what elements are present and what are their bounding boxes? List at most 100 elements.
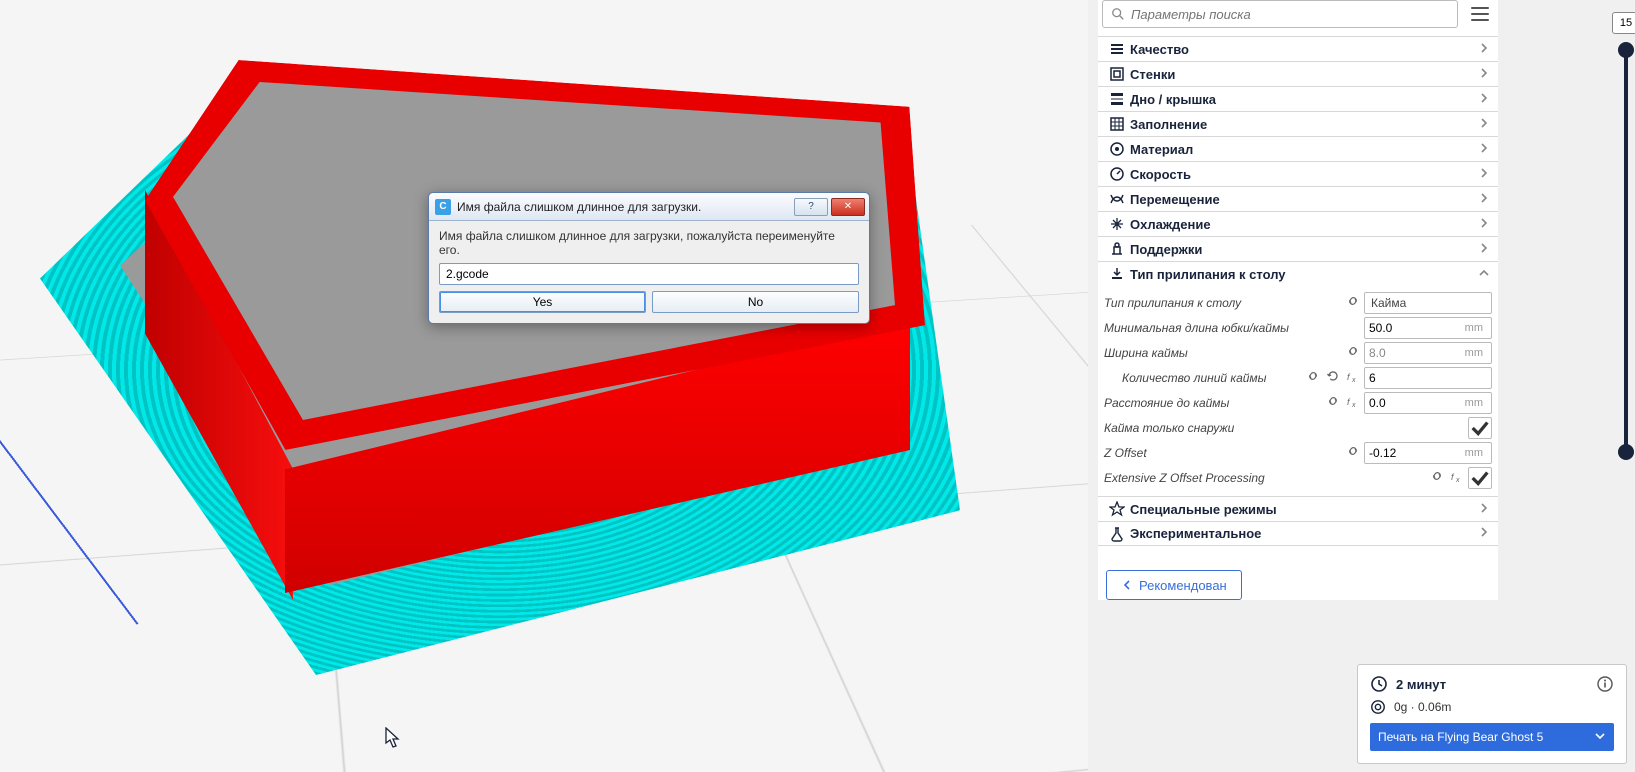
setting-label: Z Offset (1104, 446, 1342, 460)
settings-menu-button[interactable] (1466, 0, 1494, 28)
setting-label: Минимальная длина юбки/каймы (1104, 321, 1356, 335)
chevron-right-icon (1478, 117, 1490, 132)
setting-type-select[interactable]: Кайма (1364, 292, 1492, 314)
link-icon[interactable] (1326, 394, 1340, 411)
svg-text:f: f (1347, 397, 1351, 407)
setting-outside-checkbox[interactable] (1468, 417, 1492, 439)
category-label: Скорость (1130, 167, 1191, 182)
svg-text:x: x (1351, 377, 1356, 383)
filename-input[interactable] (439, 263, 859, 285)
formula-icon[interactable]: fx (1450, 469, 1464, 486)
category-support[interactable]: Поддержки (1098, 236, 1498, 261)
settings-search[interactable] (1102, 0, 1458, 28)
layer-slider[interactable]: 15 (1624, 50, 1628, 452)
chevron-right-icon (1478, 217, 1490, 232)
support-icon (1104, 241, 1130, 257)
formula-icon[interactable]: fx (1346, 394, 1360, 411)
dialog-no-button[interactable]: No (652, 291, 859, 313)
cursor-icon (385, 727, 401, 749)
category-speed[interactable]: Скорость (1098, 161, 1498, 186)
link-icon[interactable] (1430, 469, 1444, 486)
link-icon[interactable] (1306, 369, 1320, 386)
print-job-card: 2 минут 0g · 0.06m Печать на Flying Bear… (1357, 664, 1627, 764)
chevron-right-icon (1478, 192, 1490, 207)
material-icon (1104, 141, 1130, 157)
setting-label: Кайма только снаружи (1104, 421, 1460, 435)
print-button[interactable]: Печать на Flying Bear Ghost 5 (1370, 723, 1614, 751)
adhesion-settings: Тип прилипания к столуКаймаМинимальная д… (1098, 286, 1498, 496)
category-label: Заполнение (1130, 117, 1207, 132)
setting-outside: Кайма только снаружи (1104, 415, 1492, 440)
category-travel[interactable]: Перемещение (1098, 186, 1498, 211)
link-icon[interactable] (1346, 444, 1360, 461)
layer-slider-top-value: 15 (1612, 12, 1635, 34)
settings-panel: Качество Стенки Дно / крышка Заполнение Мате… (1098, 0, 1498, 600)
link-icon[interactable] (1346, 294, 1360, 311)
category-material[interactable]: Материал (1098, 136, 1498, 161)
search-icon (1111, 7, 1125, 21)
dialog-titlebar[interactable]: C Имя файла слишком длинное для загрузки… (429, 193, 869, 221)
dialog-close-button[interactable]: ✕ (831, 198, 865, 216)
walls-icon (1104, 66, 1130, 82)
reset-icon[interactable] (1326, 369, 1340, 386)
chevron-right-icon (1478, 502, 1490, 517)
info-icon[interactable] (1596, 675, 1614, 693)
layers-icon (1104, 41, 1130, 57)
dialog-yes-button[interactable]: Yes (439, 291, 646, 313)
setting-label: Ширина каймы (1104, 346, 1342, 360)
viewport-3d[interactable] (0, 0, 1088, 772)
slider-handle-bottom[interactable] (1618, 444, 1634, 460)
setting-label: Расстояние до каймы (1104, 396, 1322, 410)
material-usage: 0g · 0.06m (1394, 700, 1451, 714)
formula-icon[interactable]: fx (1346, 369, 1360, 386)
category-special[interactable]: Специальные режимы (1098, 496, 1498, 521)
setting-extz-checkbox[interactable] (1468, 467, 1492, 489)
slider-handle-top[interactable] (1618, 42, 1634, 58)
special-icon (1104, 501, 1130, 517)
setting-zoff-input[interactable]: mm (1364, 442, 1492, 464)
search-input[interactable] (1131, 7, 1449, 22)
dialog-message: Имя файла слишком длинное для загрузки, … (439, 229, 859, 257)
setting-zoff: Z Offset mm (1104, 440, 1492, 465)
category-experiment[interactable]: Экспериментальное (1098, 521, 1498, 546)
filament-icon (1370, 699, 1386, 715)
adhesion-icon (1104, 266, 1130, 282)
setting-minlen-input[interactable]: mm (1364, 317, 1492, 339)
setting-dist-input[interactable]: mm (1364, 392, 1492, 414)
chevron-right-icon (1478, 92, 1490, 107)
svg-text:f: f (1347, 372, 1351, 382)
category-walls[interactable]: Стенки (1098, 61, 1498, 86)
recommended-label: Рекомендован (1139, 578, 1227, 593)
setting-lines-input[interactable] (1364, 367, 1492, 389)
link-icon[interactable] (1346, 344, 1360, 361)
recommended-button[interactable]: Рекомендован (1106, 570, 1242, 600)
category-infill[interactable]: Заполнение (1098, 111, 1498, 136)
category-adhesion[interactable]: Тип прилипания к столу (1098, 261, 1498, 286)
category-topbottom[interactable]: Дно / крышка (1098, 86, 1498, 111)
category-label: Материал (1130, 142, 1193, 157)
chevron-down-icon (1478, 267, 1490, 282)
setting-dist: Расстояние до каймы fxmm (1104, 390, 1492, 415)
setting-width: Ширина каймы mm (1104, 340, 1492, 365)
category-label: Стенки (1130, 67, 1175, 82)
dialog-help-button[interactable]: ? (794, 198, 828, 216)
chevron-right-icon (1478, 242, 1490, 257)
svg-text:x: x (1455, 477, 1460, 483)
setting-width-input[interactable]: mm (1364, 342, 1492, 364)
setting-minlen: Минимальная длина юбки/каймы mm (1104, 315, 1492, 340)
clock-icon (1370, 675, 1388, 693)
rename-dialog: C Имя файла слишком длинное для загрузки… (428, 192, 870, 324)
setting-extz: Extensive Z Offset Processingfx (1104, 465, 1492, 490)
setting-label: Тип прилипания к столу (1104, 296, 1342, 310)
category-quality[interactable]: Качество (1098, 36, 1498, 61)
category-cooling[interactable]: Охлаждение (1098, 211, 1498, 236)
experiment-icon (1104, 526, 1130, 542)
category-label: Качество (1130, 42, 1189, 57)
category-label: Охлаждение (1130, 217, 1211, 232)
travel-icon (1104, 191, 1130, 207)
infill-icon (1104, 116, 1130, 132)
speed-icon (1104, 166, 1130, 182)
chevron-right-icon (1478, 142, 1490, 157)
print-time: 2 минут (1396, 677, 1446, 692)
app-icon: C (435, 199, 451, 215)
